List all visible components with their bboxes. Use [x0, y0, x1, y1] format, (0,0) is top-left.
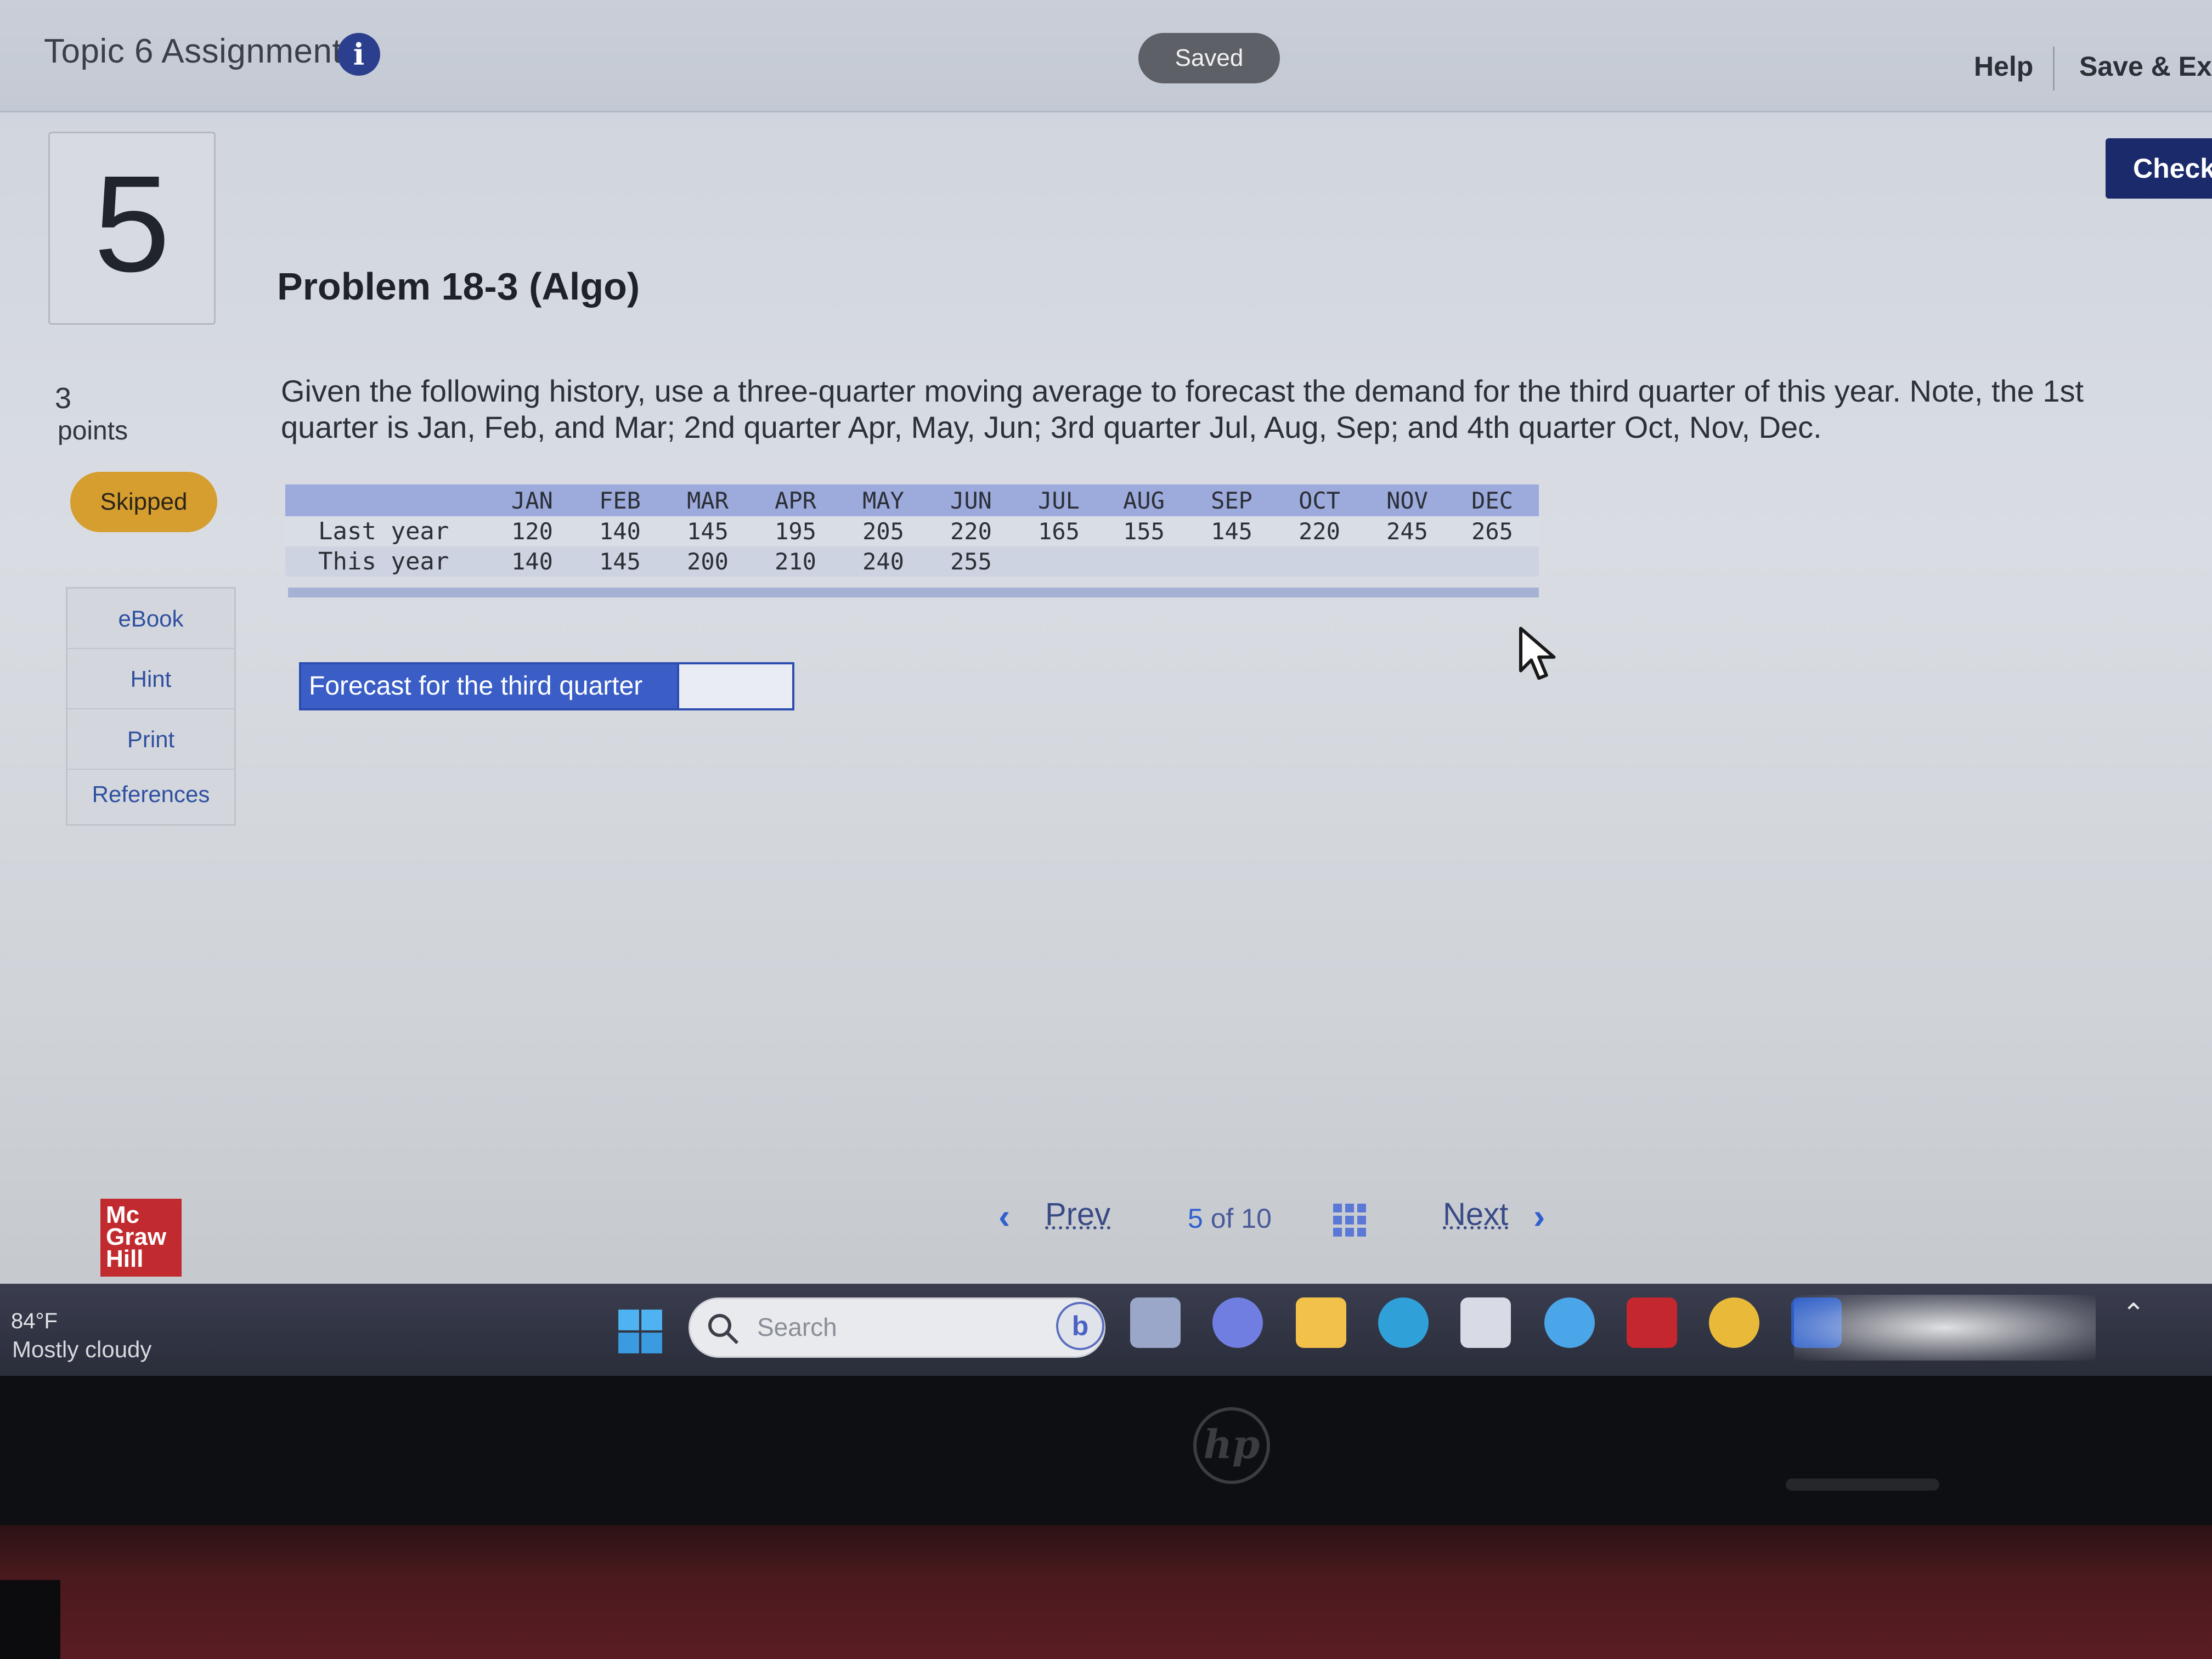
- sidebar-item-hint[interactable]: Hint: [67, 649, 234, 709]
- weather-temperature[interactable]: 84°F: [11, 1309, 58, 1334]
- table-header-cell: JUN: [950, 487, 992, 514]
- table-cell: 195: [775, 518, 816, 545]
- question-number-box: 5: [48, 132, 216, 325]
- chevron-left-icon[interactable]: ‹: [998, 1196, 1010, 1237]
- table-header-cell: OCT: [1299, 487, 1340, 514]
- problem-text: Given the following history, use a three…: [281, 374, 2084, 444]
- table-cell: 205: [862, 518, 904, 545]
- table-bottom-rule: [288, 588, 1539, 597]
- logo-line-3: Hill: [106, 1245, 144, 1272]
- file-explorer-icon[interactable]: [1296, 1297, 1346, 1348]
- table-cell: 220: [950, 518, 992, 545]
- windows-start-icon[interactable]: [617, 1308, 663, 1355]
- grid-icon[interactable]: [1332, 1203, 1367, 1238]
- sidebar-item-references[interactable]: References: [67, 764, 234, 825]
- points-label: points: [58, 416, 128, 445]
- table-header-cell: JAN: [511, 487, 553, 514]
- assignment-title: Topic 6 Assignment: [44, 32, 342, 70]
- table-cell: 120: [511, 518, 553, 545]
- sidebar-item-print[interactable]: Print: [67, 709, 234, 770]
- table-cell: 145: [687, 518, 729, 545]
- screen: Topic 6 Assignment i Saved Help Save & E…: [0, 0, 2212, 1376]
- page-indicator: 5 of 10: [1188, 1203, 1272, 1234]
- mcafee-icon[interactable]: [1627, 1297, 1677, 1348]
- search-placeholder: Search: [757, 1313, 837, 1341]
- forecast-label: Forecast for the third quarter: [301, 664, 677, 708]
- forecast-input[interactable]: [677, 664, 792, 708]
- side-nav: eBook Hint Print References: [66, 587, 236, 826]
- table-cell: 220: [1299, 518, 1340, 545]
- table-cell: 245: [1386, 518, 1428, 545]
- problem-title: Problem 18-3 (Algo): [277, 265, 640, 308]
- mcgraw-hill-logo: Mc Graw Hill: [100, 1199, 182, 1277]
- bing-icon[interactable]: b: [1056, 1302, 1104, 1350]
- table-cell: 140: [599, 518, 641, 545]
- search-icon: [708, 1314, 739, 1345]
- table-cell: 145: [599, 548, 641, 575]
- taskbar-search-box[interactable]: [689, 1297, 1105, 1358]
- table-cell: 265: [1471, 518, 1513, 545]
- edge-icon[interactable]: [1378, 1297, 1429, 1348]
- save-exit-link[interactable]: Save & Exit: [2079, 50, 2212, 82]
- cursor-icon: [1519, 627, 1556, 680]
- next-link[interactable]: Next: [1443, 1196, 1508, 1233]
- table-header-cell: NOV: [1386, 487, 1428, 514]
- top-bar: Topic 6 Assignment i Saved Help Save & E…: [0, 0, 2212, 112]
- task-view-icon[interactable]: [1130, 1297, 1181, 1348]
- help-link[interactable]: Help: [1974, 50, 2033, 82]
- store-icon[interactable]: [1460, 1297, 1511, 1348]
- table-header-cell: JUL: [1038, 487, 1080, 514]
- skipped-badge: Skipped: [70, 472, 217, 532]
- sidebar-item-ebook[interactable]: eBook: [67, 589, 234, 649]
- table-cell: 140: [511, 548, 553, 575]
- page-total: of 10: [1210, 1203, 1272, 1234]
- question-number: 5: [93, 147, 171, 300]
- check-button[interactable]: Check: [2106, 138, 2212, 199]
- current-page: 5: [1188, 1203, 1203, 1234]
- points-value: 3: [55, 382, 72, 415]
- keyboard-deck: [0, 1525, 2212, 1659]
- teams-chat-icon[interactable]: [1212, 1297, 1263, 1348]
- chevron-right-icon[interactable]: ›: [1533, 1196, 1545, 1237]
- table-cell: 155: [1123, 518, 1165, 545]
- chrome-icon[interactable]: [1709, 1297, 1759, 1348]
- saved-status-badge: Saved: [1138, 33, 1280, 83]
- table-header-cell: APR: [775, 487, 816, 514]
- bezel-slot: [1786, 1479, 1939, 1491]
- prev-link[interactable]: Prev: [1045, 1196, 1110, 1233]
- hp-logo: hp: [1193, 1407, 1270, 1484]
- table-cell: 210: [775, 548, 816, 575]
- table-header-cell: DEC: [1471, 487, 1513, 514]
- row-label: This year: [318, 548, 449, 575]
- table-cell: 240: [862, 548, 904, 575]
- screen-glare: [1794, 1295, 2096, 1361]
- help-app-icon[interactable]: [1544, 1297, 1595, 1348]
- table-header-cell: MAY: [862, 487, 904, 514]
- table-cell: 255: [950, 548, 992, 575]
- keyboard-edge: [0, 1580, 60, 1659]
- table-cell: 145: [1211, 518, 1252, 545]
- table-cell: 200: [687, 548, 729, 575]
- weather-description[interactable]: Mostly cloudy: [12, 1336, 151, 1363]
- table-header-cell: FEB: [599, 487, 641, 514]
- chevron-up-icon[interactable]: ⌃: [2122, 1297, 2145, 1329]
- header-divider: [2053, 47, 2055, 91]
- row-label: Last year: [318, 517, 449, 545]
- table-header-cell: MAR: [687, 487, 729, 514]
- table-header-cell: AUG: [1123, 487, 1165, 514]
- forecast-row: Forecast for the third quarter: [299, 662, 794, 710]
- info-icon[interactable]: i: [337, 33, 380, 76]
- logo-line-2: Graw: [106, 1223, 167, 1250]
- table-header-cell: SEP: [1211, 487, 1252, 514]
- table-cell: 165: [1038, 518, 1080, 545]
- logo-line-1: Mc: [106, 1201, 140, 1228]
